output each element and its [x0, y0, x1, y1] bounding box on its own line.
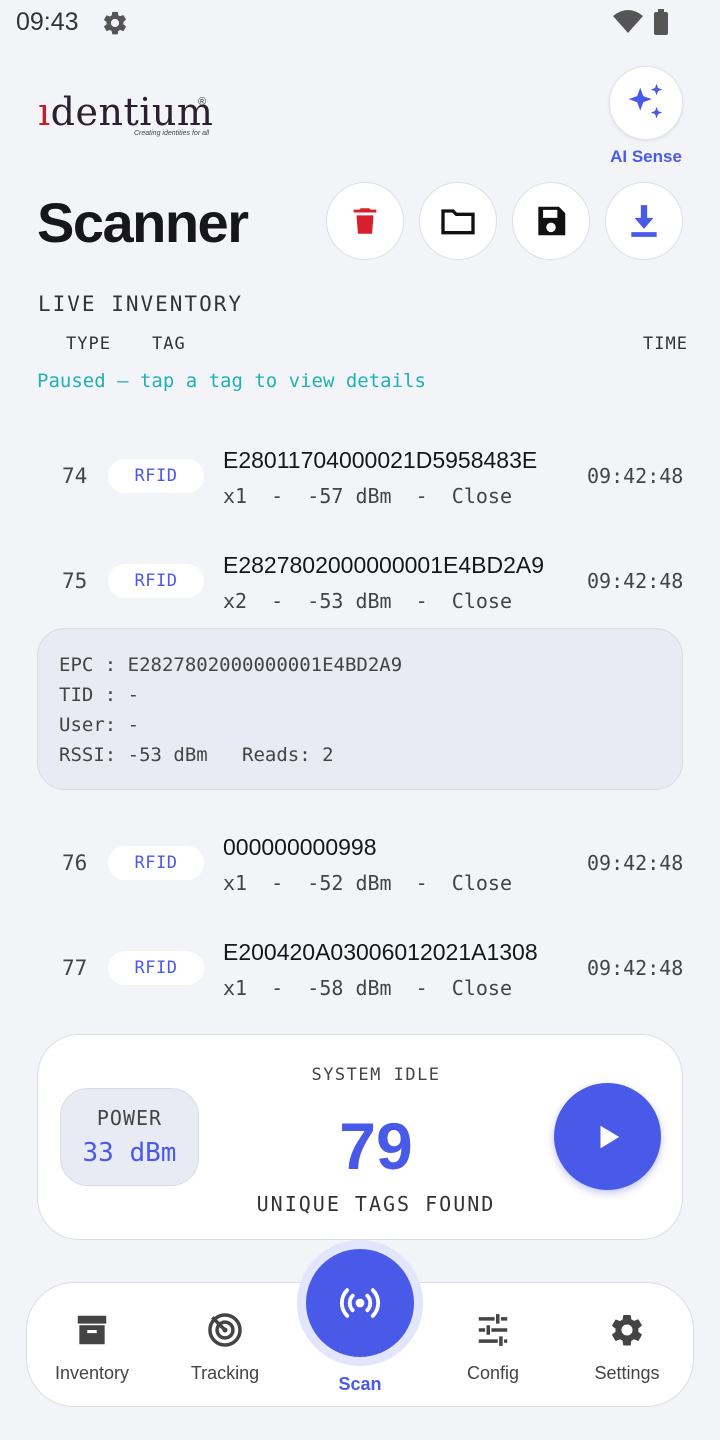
column-time: TIME [643, 334, 688, 354]
tag-id[interactable]: E2827802000000001E4BD2A9 [223, 552, 544, 579]
nav-label: Inventory [54, 1363, 130, 1383]
power-label: POWER [96, 1106, 163, 1130]
nav-tracking[interactable]: Tracking [165, 1310, 285, 1384]
power-value: 33 dBm [82, 1138, 177, 1168]
wifi-icon [613, 10, 643, 34]
brand-name-prefix: ı [38, 90, 51, 134]
tag-id[interactable]: E200420A03006012021A1308 [223, 939, 538, 966]
power-indicator[interactable] [60, 1088, 199, 1186]
tag-summary: x2 - -53 dBm - Close [223, 589, 512, 613]
play-icon [600, 1125, 619, 1148]
page-title: Scanner [37, 191, 249, 254]
system-state: SYSTEM IDLE [311, 1065, 441, 1085]
live-inventory-label: LIVE INVENTORY [38, 292, 244, 316]
nav-scan-label[interactable]: Scan [300, 1374, 420, 1395]
status-time: 09:43 [16, 8, 79, 36]
unique-tag-count: 79 [339, 1109, 413, 1183]
save-button[interactable] [512, 182, 590, 260]
folder-icon [441, 209, 475, 235]
battery-icon [653, 9, 669, 35]
radar-icon [205, 1310, 245, 1350]
open-folder-button[interactable] [419, 182, 497, 260]
detail-rssi: RSSI: -53 dBm Reads: 2 [59, 744, 334, 766]
tag-time: 09:42:48 [587, 464, 684, 488]
nav-scan-button[interactable] [306, 1249, 414, 1357]
brand-name: ıdentium [38, 90, 213, 134]
unique-tags-label: UNIQUE TAGS FOUND [256, 1192, 496, 1216]
archive-icon [72, 1310, 112, 1350]
nav-inventory[interactable]: Inventory [32, 1310, 152, 1384]
row-number: 75 [62, 569, 88, 593]
tag-time: 09:42:48 [587, 956, 684, 980]
delete-button[interactable] [326, 182, 404, 260]
tag-time: 09:42:48 [587, 851, 684, 875]
row-number: 74 [62, 464, 88, 488]
start-scan-button[interactable] [554, 1083, 661, 1190]
tag-time: 09:42:48 [587, 569, 684, 593]
brand-name-rest: dentium [50, 90, 214, 134]
type-badge: RFID [108, 564, 204, 598]
detail-epc: EPC : E2827802000000001E4BD2A9 [59, 654, 403, 676]
row-number: 77 [62, 956, 88, 980]
nav-label: Settings [594, 1363, 660, 1383]
type-badge: RFID [108, 951, 204, 985]
detail-tid: TID : - [59, 684, 140, 706]
tag-summary: x1 - -58 dBm - Close [223, 976, 512, 1000]
save-icon [538, 206, 566, 236]
tag-summary: x1 - -52 dBm - Close [223, 871, 512, 895]
nav-label: Tracking [190, 1363, 260, 1383]
scan-status-message: Paused — tap a tag to view details [37, 370, 426, 392]
ai-sense-button[interactable] [609, 66, 683, 140]
registered-mark: ® [198, 96, 207, 108]
trash-icon [353, 208, 377, 234]
tag-summary: x1 - -57 dBm - Close [223, 484, 512, 508]
brand-tagline: Creating identities for all [134, 130, 210, 137]
nav-label: Config [466, 1363, 520, 1383]
nav-settings[interactable]: Settings [567, 1310, 687, 1384]
gear-icon [607, 1310, 647, 1350]
type-badge: RFID [108, 459, 204, 493]
detail-user: User: - [59, 714, 140, 736]
ai-sense-label[interactable]: AI Sense [600, 147, 692, 167]
column-type: TYPE [66, 334, 111, 354]
download-button[interactable] [605, 182, 683, 260]
tag-id[interactable]: 000000000998 [223, 834, 377, 861]
gear-icon [101, 9, 129, 37]
row-number: 76 [62, 851, 88, 875]
nav-config[interactable]: Config [433, 1310, 553, 1384]
sparkles-icon [628, 83, 663, 119]
tag-id[interactable]: E28011704000021D5958483E [223, 447, 537, 474]
sliders-icon [473, 1310, 513, 1350]
broadcast-icon [340, 1288, 380, 1318]
download-icon [631, 205, 657, 237]
column-tag: TAG [152, 334, 186, 354]
type-badge: RFID [108, 846, 204, 880]
